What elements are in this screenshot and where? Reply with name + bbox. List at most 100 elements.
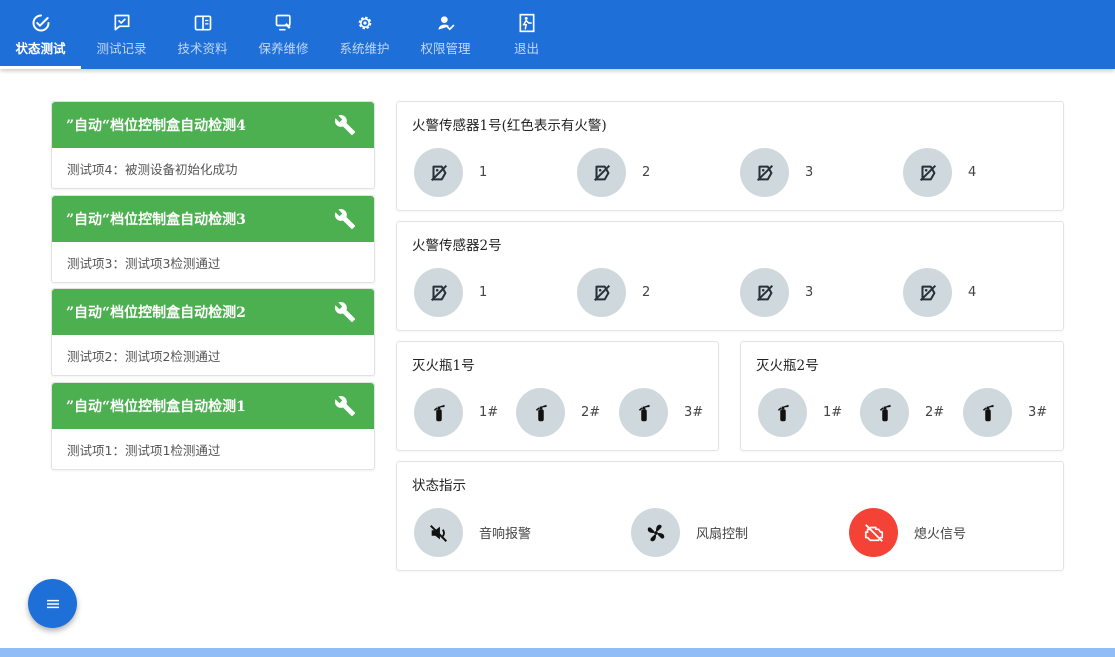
- fire-extinguisher-icon: [535, 404, 546, 421]
- fire-sensor-status: [903, 148, 952, 197]
- status-indicator-fan-control: 风扇控制: [631, 508, 748, 557]
- fire-extinguisher-icon: [777, 404, 788, 421]
- detector-off-icon: [756, 164, 773, 181]
- task-card: ”自动“档位控制盒自动检测2 测试项2：测试项2检测通过: [51, 288, 375, 376]
- detector-off-icon: [593, 284, 610, 301]
- nav-label: 退出: [513, 41, 539, 56]
- fire-sensor-status: [577, 148, 626, 197]
- detector-off-icon: [430, 284, 447, 301]
- wrench-icon[interactable]: [334, 395, 356, 417]
- detector-off-icon: [919, 164, 936, 181]
- top-nav-bar: 状态测试 测试记录 技术资料 保养维修 系统维护 权限管理 退出: [0, 0, 1115, 69]
- sensor-label: 4: [968, 165, 977, 180]
- extinguisher-1-panel: 灭火瓶1号 1# 2# 3#: [396, 341, 719, 451]
- fire-sensor-indicator: 3: [740, 268, 813, 317]
- extinguisher-2-panel: 灭火瓶2号 1# 2# 3#: [740, 341, 1064, 451]
- extinguisher-indicator: 3#: [619, 388, 703, 437]
- fire-sensor-1-panel: 火警传感器1号(红色表示有火警) 1 2 3 4: [396, 101, 1064, 211]
- panel-title: 灭火瓶1号: [412, 358, 475, 374]
- wrench-icon[interactable]: [334, 301, 356, 323]
- extinguisher-status: [963, 388, 1012, 437]
- extinguisher-indicator: 3#: [963, 388, 1047, 437]
- nav-label: 系统维护: [339, 41, 390, 56]
- task-card: ”自动“档位控制盒自动检测4 测试项4：被测设备初始化成功: [51, 101, 375, 189]
- fire-sensor-status: [740, 268, 789, 317]
- gear-icon: [358, 16, 371, 30]
- fire-sensor-indicator: 4: [903, 148, 976, 197]
- fire-sensor-status: [414, 268, 463, 317]
- extinguisher-label: 3#: [1028, 405, 1048, 420]
- fire-sensor-indicator: 2: [577, 268, 650, 317]
- extinguisher-label: 2#: [581, 405, 601, 420]
- fire-sensor-indicator: 1: [414, 148, 487, 197]
- status-indicator-sound-alarm: 音响报警: [414, 508, 531, 557]
- status-label: 风扇控制: [696, 527, 749, 542]
- status-label: 音响报警: [479, 527, 532, 542]
- extinguisher-indicator: 2#: [860, 388, 944, 437]
- fire-sensor-indicator: 2: [577, 148, 650, 197]
- sensor-label: 1: [479, 165, 488, 180]
- sensor-label: 2: [642, 165, 651, 180]
- task-card-header: ”自动“档位控制盒自动检测4: [52, 102, 374, 148]
- status-indicator-panel: 状态指示 音响报警 风扇控制 熄火信号: [396, 461, 1064, 571]
- detector-off-icon: [919, 284, 936, 301]
- extinguisher-status: [619, 388, 668, 437]
- sensor-label: 4: [968, 285, 977, 300]
- fire-sensor-indicator: 3: [740, 148, 813, 197]
- fire-extinguisher-icon: [982, 404, 993, 421]
- fan-icon: [647, 524, 664, 541]
- panel-title: 火警传感器1号(红色表示有火警): [412, 118, 607, 134]
- nav-item-maintenance[interactable]: 保养维修: [243, 0, 324, 69]
- nav-item-logout[interactable]: 退出: [486, 0, 567, 69]
- nav-label: 权限管理: [420, 41, 471, 56]
- chat-check-icon: [114, 14, 129, 31]
- extinguisher-status: [860, 388, 909, 437]
- task-card-header: ”自动“档位控制盒自动检测1: [52, 383, 374, 429]
- sensor-label: 2: [642, 285, 651, 300]
- nav-label: 状态测试: [15, 41, 66, 56]
- fire-extinguisher-icon: [638, 404, 649, 421]
- detector-off-icon: [430, 164, 447, 181]
- fire-sensor-status: [740, 148, 789, 197]
- check-gauge-icon: [32, 14, 49, 32]
- nav-item-system-maintenance[interactable]: 系统维护: [324, 0, 405, 69]
- sensor-label: 3: [805, 285, 814, 300]
- nav-item-test-records[interactable]: 测试记录: [81, 0, 162, 69]
- wrench-icon[interactable]: [334, 208, 356, 230]
- extinguisher-label: 1#: [479, 405, 499, 420]
- task-card: ”自动“档位控制盒自动检测3 测试项3：测试项3检测通过: [51, 195, 375, 283]
- extinguisher-indicator: 1#: [414, 388, 498, 437]
- sensor-label: 1: [479, 285, 488, 300]
- extinguisher-status: [414, 388, 463, 437]
- extinguisher-label: 1#: [823, 405, 843, 420]
- nav-item-tech-docs[interactable]: 技术资料: [162, 0, 243, 69]
- extinguisher-label: 2#: [925, 405, 945, 420]
- wrench-icon[interactable]: [334, 114, 356, 136]
- exit-icon: [519, 13, 534, 33]
- fan-control-status: [631, 508, 680, 557]
- fire-sensor-2-panel: 火警传感器2号 1 2 3 4: [396, 221, 1064, 331]
- nav-label: 保养维修: [258, 41, 309, 56]
- book-icon: [194, 15, 211, 31]
- fire-sensor-indicator: 1: [414, 268, 487, 317]
- fire-sensor-indicator: 4: [903, 268, 976, 317]
- task-title: ”自动“档位控制盒自动检测4: [66, 118, 246, 134]
- nav-label: 技术资料: [177, 41, 228, 56]
- task-title: ”自动“档位控制盒自动检测2: [66, 305, 246, 321]
- fire-extinguisher-icon: [879, 404, 890, 421]
- sensor-label: 3: [805, 165, 814, 180]
- nav-item-status-test[interactable]: 状态测试: [0, 0, 81, 69]
- status-label: 熄火信号: [914, 527, 967, 542]
- flameout-signal-status: [849, 508, 898, 557]
- menu-fab-button[interactable]: [28, 579, 77, 628]
- task-card-header: ”自动“档位控制盒自动检测2: [52, 289, 374, 335]
- extinguisher-indicator: 1#: [758, 388, 842, 437]
- nav-item-permissions[interactable]: 权限管理: [405, 0, 486, 69]
- extinguisher-status: [758, 388, 807, 437]
- detector-off-icon: [756, 284, 773, 301]
- nav-label: 测试记录: [96, 41, 147, 56]
- task-title: ”自动“档位控制盒自动检测3: [66, 212, 246, 228]
- fire-sensor-status: [903, 268, 952, 317]
- fire-sensor-status: [414, 148, 463, 197]
- panel-title: 状态指示: [412, 478, 466, 494]
